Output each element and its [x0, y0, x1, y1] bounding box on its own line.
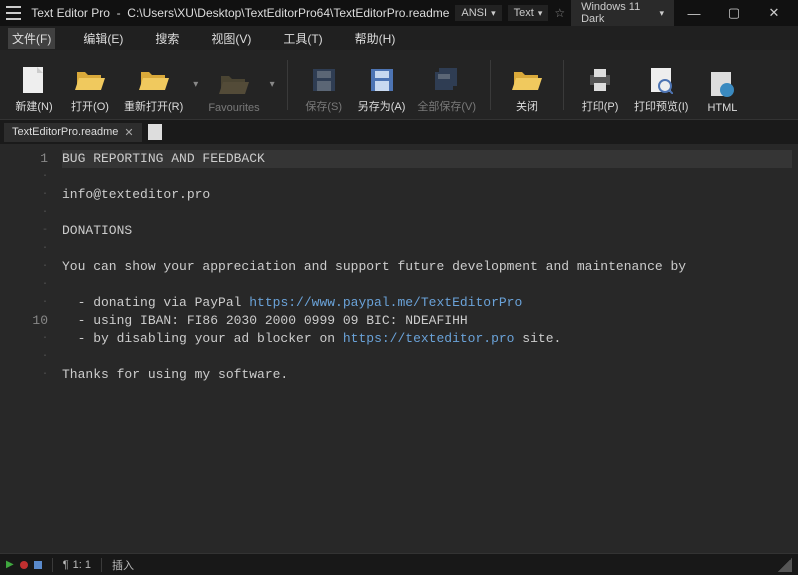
favourites-button: Favourites	[204, 54, 263, 116]
saveas-button[interactable]: 另存为(A)	[354, 54, 410, 116]
resize-grip-icon[interactable]	[778, 558, 792, 572]
hamburger-menu-icon[interactable]	[4, 4, 23, 22]
menu-view[interactable]: 视图(V)	[207, 28, 255, 49]
print-preview-icon	[645, 64, 677, 96]
stop-icon[interactable]	[34, 561, 42, 569]
folder-fav-icon	[218, 68, 250, 100]
menu-tools[interactable]: 工具(T)	[279, 28, 326, 49]
tab-label: TextEditorPro.readme	[12, 126, 118, 138]
titlebar: Text Editor Pro - C:\Users\XU\Desktop\Te…	[0, 0, 798, 26]
favourite-star-icon[interactable]: ☆	[554, 6, 565, 20]
goto-icon: ¶	[63, 559, 69, 571]
code-line[interactable]: info@texteditor.pro	[62, 186, 792, 204]
folder-close-icon	[511, 64, 543, 96]
record-icon[interactable]	[20, 561, 28, 569]
ribbon: 新建(N) 打开(O) 重新打开(R) ▾ Favourites ▾ 保存(S)…	[0, 50, 798, 120]
menu-edit[interactable]: 编辑(E)	[79, 28, 127, 49]
printpreview-button[interactable]: 打印预览(I)	[630, 54, 692, 116]
macro-controls[interactable]: ▶	[6, 559, 42, 570]
save-all-icon	[431, 64, 463, 96]
statusbar: ▶ ¶ 1: 1 插入	[0, 553, 798, 575]
insert-mode[interactable]: 插入	[112, 557, 134, 573]
folder-reopen-icon	[138, 64, 170, 96]
reopen-button[interactable]: 重新打开(R)	[120, 54, 187, 116]
format-combo[interactable]: Text▾	[508, 5, 549, 21]
file-new-icon	[18, 64, 50, 96]
code-line[interactable]: - using IBAN: FI86 2030 2000 0999 09 BIC…	[62, 312, 792, 330]
theme-combo[interactable]: Windows 11 Dark▾	[571, 0, 674, 27]
favourites-dropdown-icon[interactable]: ▾	[268, 54, 277, 116]
print-button[interactable]: 打印(P)	[574, 54, 626, 116]
close-button[interactable]: ✕	[754, 0, 794, 26]
new-button[interactable]: 新建(N)	[8, 54, 60, 116]
menubar: 文件(F) 编辑(E) 搜索 视图(V) 工具(T) 帮助(H)	[0, 26, 798, 50]
save-icon	[308, 64, 340, 96]
document-tab[interactable]: TextEditorPro.readme ✕	[4, 123, 142, 142]
code-line[interactable]: BUG REPORTING AND FEEDBACK	[62, 150, 792, 168]
encoding-combo[interactable]: ANSI▾	[455, 5, 501, 21]
html-button[interactable]: HTML	[696, 54, 748, 116]
code-area[interactable]: BUG REPORTING AND FEEDBACK info@textedit…	[56, 144, 798, 553]
line-gutter: 1···-····10···	[0, 144, 56, 553]
code-line[interactable]: You can show your appreciation and suppo…	[62, 258, 792, 276]
play-icon[interactable]: ▶	[6, 559, 14, 570]
window-title: Text Editor Pro - C:\Users\XU\Desktop\Te…	[31, 6, 449, 20]
code-line[interactable]	[62, 168, 792, 186]
menu-search[interactable]: 搜索	[151, 28, 183, 49]
code-line[interactable]: - donating via PayPal https://www.paypal…	[62, 294, 792, 312]
save-button: 保存(S)	[298, 54, 350, 116]
menu-help[interactable]: 帮助(H)	[351, 28, 400, 49]
saveall-button: 全部保存(V)	[413, 54, 480, 116]
open-button[interactable]: 打开(O)	[64, 54, 116, 116]
code-line[interactable]	[62, 348, 792, 366]
editor[interactable]: 1···-····10··· BUG REPORTING AND FEEDBAC…	[0, 144, 798, 553]
html-icon	[706, 68, 738, 100]
reopen-dropdown-icon[interactable]: ▾	[191, 54, 200, 116]
menu-file[interactable]: 文件(F)	[8, 28, 55, 49]
cursor-position[interactable]: ¶ 1: 1	[63, 559, 91, 571]
document-tabbar: TextEditorPro.readme ✕	[0, 120, 798, 144]
code-line[interactable]	[62, 240, 792, 258]
minimize-button[interactable]: —	[674, 0, 714, 26]
code-line[interactable]: DONATIONS	[62, 222, 792, 240]
printer-icon	[584, 64, 616, 96]
code-line[interactable]: - by disabling your ad blocker on https:…	[62, 330, 792, 348]
code-line[interactable]	[62, 276, 792, 294]
tab-close-icon[interactable]: ✕	[124, 126, 133, 139]
code-line[interactable]: Thanks for using my software.	[62, 366, 792, 384]
close-file-button[interactable]: 关闭	[501, 54, 553, 116]
code-line[interactable]	[62, 204, 792, 222]
folder-open-icon	[74, 64, 106, 96]
maximize-button[interactable]: ▢	[714, 0, 754, 26]
new-doc-icon[interactable]	[148, 124, 162, 140]
save-as-icon	[366, 64, 398, 96]
